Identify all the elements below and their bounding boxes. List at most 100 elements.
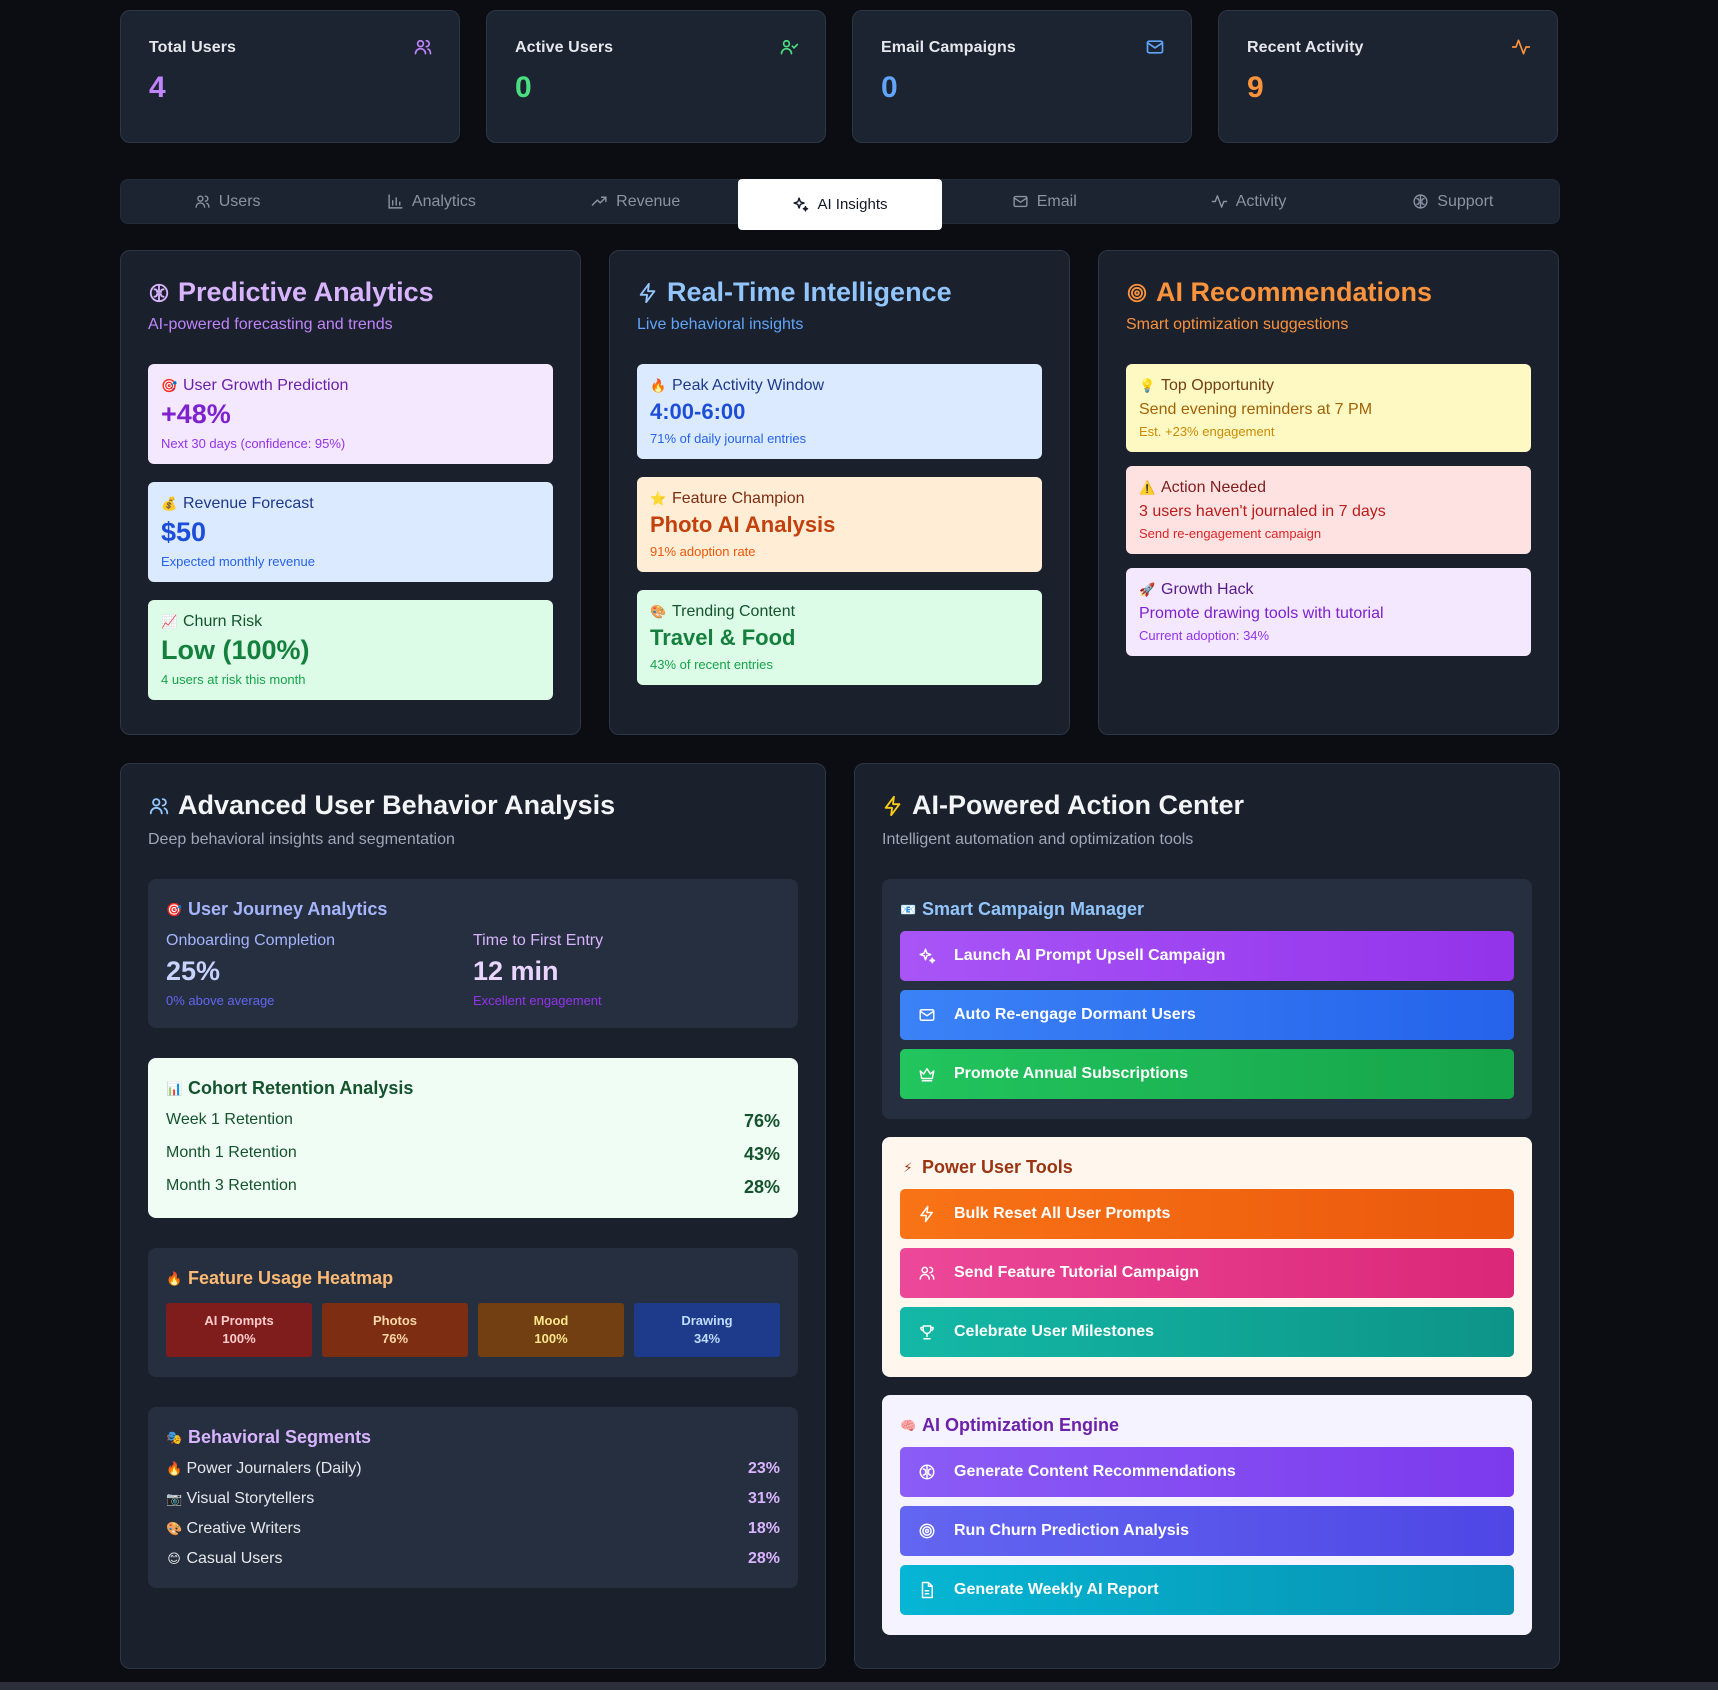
section-title-text: Behavioral Segments <box>188 1427 372 1447</box>
mail-icon <box>1146 40 1164 54</box>
section-title: 🔥 Feature Usage Heatmap <box>166 1268 780 1289</box>
brain-icon <box>149 283 169 302</box>
brain-icon <box>919 1464 935 1480</box>
card-label: Growth Hack <box>1161 581 1254 598</box>
tab-label: Email <box>1036 192 1077 210</box>
money-bag-emoji-icon: 💰 <box>161 496 178 511</box>
heatmap-cell: Photos 76% <box>322 1303 468 1357</box>
button-label: Launch AI Prompt Upsell Campaign <box>954 947 1226 964</box>
panel-title: AI-Powered Action Center <box>882 790 1532 821</box>
tab-users[interactable]: Users <box>125 177 329 226</box>
bulk-reset-prompts-button[interactable]: Bulk Reset All User Prompts <box>900 1189 1514 1239</box>
panel-title: Predictive Analytics <box>148 277 553 308</box>
heatmap-label: AI Prompts <box>204 1313 274 1329</box>
palette-emoji-icon: 🎨 <box>166 1521 183 1536</box>
insight-card-peak: 🔥 Peak Activity Window 4:00-6:00 71% of d… <box>637 364 1042 459</box>
card-header: 💡 Top Opportunity <box>1139 377 1518 395</box>
section-title: 🧠 AI Optimization Engine <box>900 1415 1514 1436</box>
segment-label: 😊 Casual Users <box>166 1550 282 1568</box>
users-icon <box>195 195 210 208</box>
chart-emoji-icon: 📈 <box>161 614 178 629</box>
segment-row: 🎨 Creative Writers 18% <box>166 1520 780 1538</box>
tab-label: Activity <box>1235 192 1287 210</box>
promote-subscriptions-button[interactable]: Promote Annual Subscriptions <box>900 1049 1514 1099</box>
stat-email-campaigns: Email Campaigns 0 <box>852 10 1192 143</box>
retention-value: 43% <box>743 1144 780 1164</box>
generate-recommendations-button[interactable]: Generate Content Recommendations <box>900 1447 1514 1497</box>
retention-value: 76% <box>743 1111 780 1131</box>
target-icon <box>919 1523 935 1539</box>
sparkles-icon <box>919 948 936 964</box>
card-header: ⭐ Feature Champion <box>650 490 1029 508</box>
celebrate-milestones-button[interactable]: Celebrate User Milestones <box>900 1307 1514 1357</box>
card-label: Churn Risk <box>183 613 263 630</box>
user-journey-section: 🎯 User Journey Analytics Onboarding Compl… <box>148 879 798 1028</box>
retention-row: Week 1 Retention 76% <box>166 1111 780 1132</box>
card-header: 🎨 Trending Content <box>650 603 1029 621</box>
crown-icon <box>919 1068 935 1082</box>
activity-icon <box>1211 195 1227 208</box>
masks-emoji-icon: 🎭 <box>166 1429 183 1445</box>
run-churn-prediction-button[interactable]: Run Churn Prediction Analysis <box>900 1506 1514 1556</box>
section-title-text: AI Optimization Engine <box>922 1415 1119 1435</box>
tab-analytics[interactable]: Analytics <box>329 177 533 226</box>
ai-recommendations-panel: AI Recommendations Smart optimization su… <box>1098 250 1559 735</box>
generate-weekly-report-button[interactable]: Generate Weekly AI Report <box>900 1565 1514 1615</box>
launch-upsell-campaign-button[interactable]: Launch AI Prompt Upsell Campaign <box>900 931 1514 981</box>
panel-title: AI Recommendations <box>1126 277 1531 308</box>
re-engage-users-button[interactable]: Auto Re-engage Dormant Users <box>900 990 1514 1040</box>
segment-label-text: Visual Storytellers <box>186 1490 315 1507</box>
trending-up-icon <box>591 196 607 206</box>
card-value: +48% <box>161 399 231 429</box>
card-header: 🔥 Peak Activity Window <box>650 377 1029 395</box>
retention-label: Month 1 Retention <box>166 1144 297 1161</box>
card-label: Trending Content <box>672 603 796 620</box>
warning-emoji-icon: ⚠️ <box>1139 480 1156 495</box>
stat-value: 0 <box>515 71 532 104</box>
stat-label: Recent Activity <box>1247 39 1364 56</box>
stat-label: Email Campaigns <box>881 39 1016 56</box>
optimization-engine-section: 🧠 AI Optimization Engine Generate Content… <box>882 1395 1532 1635</box>
panel-subtitle: Live behavioral insights <box>637 316 804 333</box>
card-header: 💰 Revenue Forecast <box>161 495 540 513</box>
heatmap-cell: Mood 100% <box>478 1303 624 1357</box>
panel-subtitle: AI-powered forecasting and trends <box>148 316 393 333</box>
heatmap-grid: AI Prompts 100% Photos 76% Mood 100% Drawin… <box>166 1303 780 1357</box>
tab-support[interactable]: Support <box>1351 177 1555 226</box>
metric-label: Onboarding Completion <box>166 932 335 949</box>
panel-title-text: AI Recommendations <box>1156 277 1433 307</box>
section-title-text: Feature Usage Heatmap <box>188 1268 394 1288</box>
tab-activity[interactable]: Activity <box>1146 177 1350 226</box>
recommendation-card-opportunity: 💡 Top Opportunity Send evening reminders … <box>1126 364 1531 452</box>
section-title-text: Cohort Retention Analysis <box>188 1078 414 1098</box>
metric-note: 0% above average <box>166 993 275 1008</box>
power-user-tools-section: ⚡ Power User Tools Bulk Reset All User Pr… <box>882 1137 1532 1377</box>
segment-label-text: Casual Users <box>186 1550 283 1567</box>
mail-icon <box>1013 195 1028 208</box>
heatmap-cell: AI Prompts 100% <box>166 1303 312 1357</box>
card-note: Est. +23% engagement <box>1139 424 1275 439</box>
tab-label: AI Insights <box>817 196 888 213</box>
heatmap-value: 34% <box>693 1331 721 1346</box>
tab-email[interactable]: Email <box>942 177 1146 226</box>
target-emoji-icon: 🎯 <box>166 901 183 917</box>
target-emoji-icon: 🎯 <box>161 378 178 393</box>
card-body: Send evening reminders at 7 PM <box>1139 401 1373 418</box>
zap-icon <box>639 282 656 303</box>
tab-ai-insights[interactable]: AI Insights <box>737 179 943 230</box>
card-note: Next 30 days (confidence: 95%) <box>161 436 346 451</box>
card-note: 71% of daily journal entries <box>650 431 807 446</box>
tab-revenue[interactable]: Revenue <box>534 177 738 226</box>
metric-label: Time to First Entry <box>473 932 604 949</box>
metric-value: 12 min <box>473 956 559 986</box>
button-label: Auto Re-engage Dormant Users <box>954 1006 1196 1023</box>
behavior-analysis-panel: Advanced User Behavior Analysis Deep beh… <box>120 763 826 1669</box>
panel-title-text: Real-Time Intelligence <box>667 277 952 307</box>
target-icon <box>1127 283 1147 302</box>
segment-value: 18% <box>747 1520 780 1537</box>
segment-label: 🔥 Power Journalers (Daily) <box>166 1460 362 1478</box>
bulb-emoji-icon: 💡 <box>1139 378 1156 393</box>
send-tutorial-campaign-button[interactable]: Send Feature Tutorial Campaign <box>900 1248 1514 1298</box>
panel-title-text: AI-Powered Action Center <box>912 790 1245 820</box>
card-label: Peak Activity Window <box>672 377 825 394</box>
